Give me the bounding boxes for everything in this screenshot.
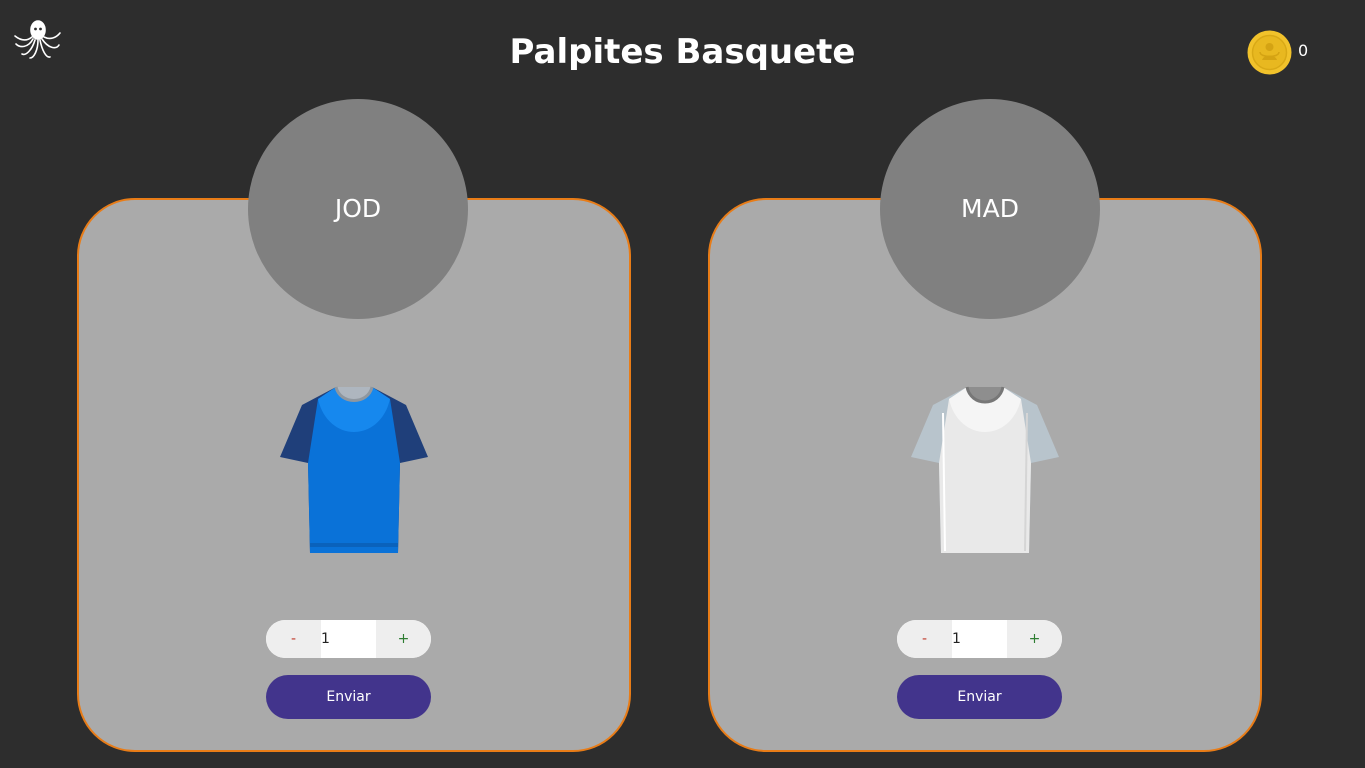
- quantity-input[interactable]: [321, 620, 376, 658]
- coin-count: 0: [1298, 41, 1309, 60]
- blue-jersey-icon: [280, 386, 428, 553]
- send-button-jod[interactable]: Enviar: [266, 675, 431, 719]
- team-badge-jod: JOD: [248, 99, 468, 319]
- quantity-stepper-mad[interactable]: - +: [897, 620, 1062, 658]
- white-jersey-icon: [911, 386, 1059, 553]
- team-badge-mad: MAD: [880, 99, 1100, 319]
- gold-coin-icon: [1247, 30, 1292, 75]
- increment-button[interactable]: +: [376, 620, 431, 658]
- page-title: Palpites Basquete: [509, 32, 856, 72]
- coin-balance: 0: [1247, 30, 1308, 75]
- quantity-stepper-jod[interactable]: - +: [266, 620, 431, 658]
- quantity-input[interactable]: [952, 620, 1007, 658]
- decrement-button[interactable]: -: [266, 620, 321, 658]
- send-button-mad[interactable]: Enviar: [897, 675, 1062, 719]
- team-code: MAD: [961, 193, 1019, 223]
- increment-button[interactable]: +: [1007, 620, 1062, 658]
- team-code: JOD: [334, 193, 382, 223]
- decrement-button[interactable]: -: [897, 620, 952, 658]
